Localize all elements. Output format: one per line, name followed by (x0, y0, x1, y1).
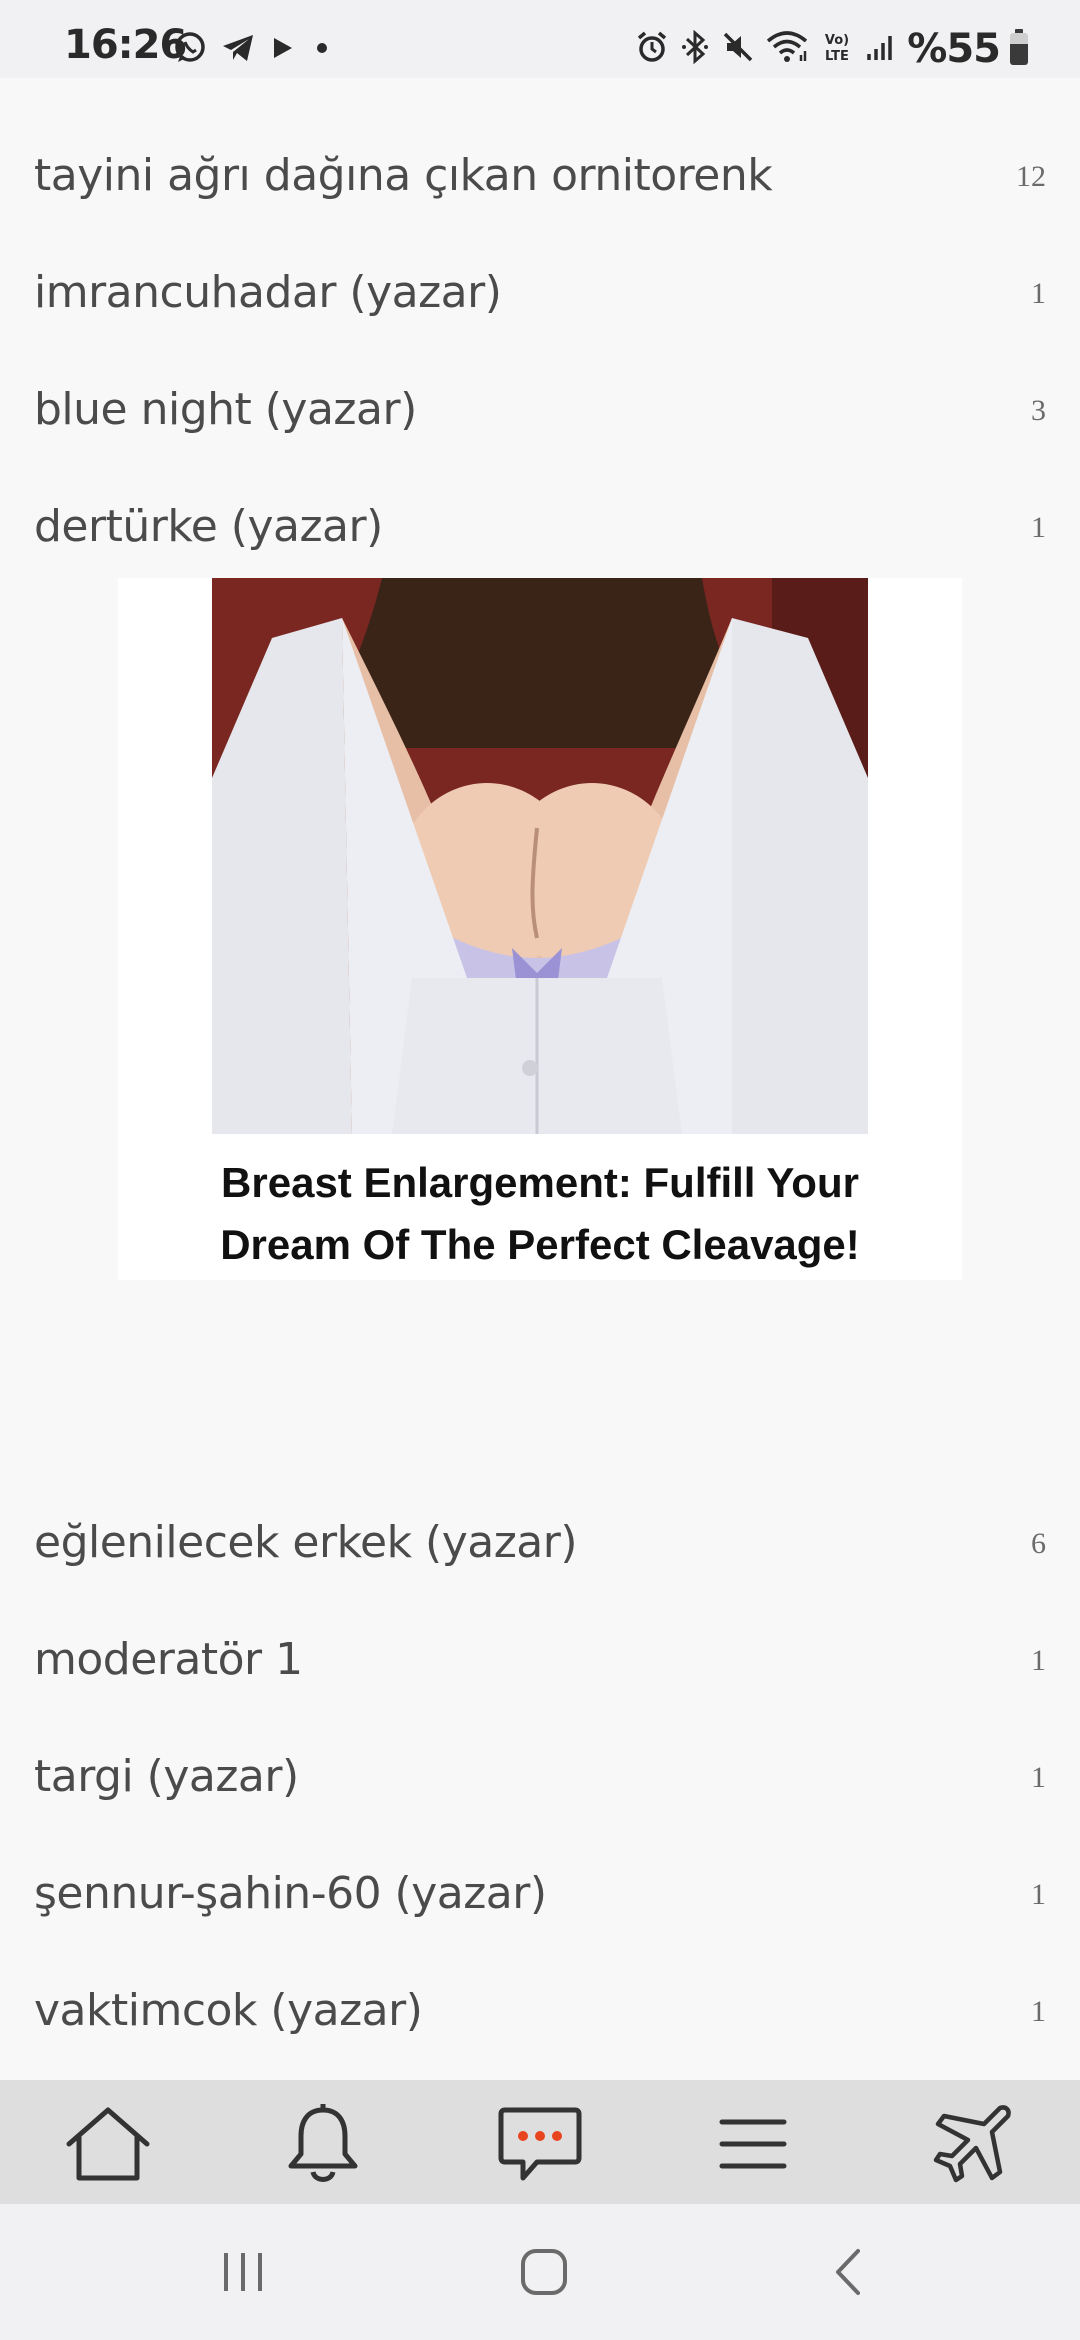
list-item[interactable]: şennur-şahin-60 (yazar) 1 (0, 1840, 1080, 1940)
system-home-button[interactable] (504, 2232, 584, 2312)
list-item-title[interactable]: tayini ağrı dağına çıkan ornitorenk (34, 150, 773, 201)
home-button[interactable] (58, 2094, 158, 2194)
volte-icon: Vo) LTE (819, 29, 855, 70)
list-item-title[interactable]: moderatör 1 (34, 1634, 303, 1685)
svg-text:Vo): Vo) (825, 33, 849, 48)
recent-apps-icon (224, 2253, 262, 2291)
wifi-icon (765, 29, 809, 70)
list-item-count: 3 (1031, 394, 1046, 427)
list-item-count: 1 (1031, 1878, 1046, 1911)
bottom-nav (0, 2080, 1080, 2204)
signal-icon (865, 30, 897, 69)
list-item[interactable]: moderatör 1 1 (0, 1606, 1080, 1706)
list-item[interactable]: imrancuhadar (yazar) 1 (0, 239, 1080, 339)
list-item-count: 6 (1031, 1527, 1046, 1560)
mute-icon (721, 30, 755, 69)
notifications-button[interactable] (273, 2094, 373, 2194)
bell-icon (288, 2104, 358, 2182)
system-back-button[interactable] (808, 2232, 888, 2312)
ad-caption[interactable]: Breast Enlargement: Fulfill Your Dream O… (118, 1152, 962, 1276)
plane-icon (933, 2105, 1011, 2183)
list-item-title[interactable]: şennur-şahin-60 (yazar) (34, 1868, 547, 1919)
battery-icon (1010, 29, 1028, 65)
home-icon (66, 2107, 150, 2181)
status-bar: 16:26 Vo) LTE %55 (0, 0, 1080, 78)
ad-caption-line[interactable]: Dream Of The Perfect Cleavage! (118, 1214, 962, 1276)
menu-button[interactable] (703, 2094, 803, 2194)
dot-icon (308, 34, 336, 67)
list-item-title[interactable]: targi (yazar) (34, 1751, 299, 1802)
whatsapp-icon (172, 30, 208, 71)
list-item[interactable]: dertürke (yazar) 1 (0, 473, 1080, 573)
notification-icons (172, 30, 336, 70)
list-item-count: 1 (1031, 1644, 1046, 1677)
back-icon (836, 2249, 860, 2295)
list-item-title[interactable]: dertürke (yazar) (34, 501, 383, 552)
ad-image[interactable] (212, 578, 868, 1134)
list-item-title[interactable]: imrancuhadar (yazar) (34, 267, 502, 318)
messages-button[interactable] (490, 2094, 590, 2194)
play-icon (268, 34, 296, 67)
list-item[interactable]: eğlenilecek erkek (yazar) 6 (0, 1489, 1080, 1589)
list-item[interactable]: vaktimcok (yazar) 1 (0, 1957, 1080, 2057)
list-item-count: 12 (1016, 160, 1046, 193)
svg-text:LTE: LTE (825, 49, 849, 64)
ad-caption-line[interactable]: Breast Enlargement: Fulfill Your (118, 1152, 962, 1214)
list-item-count: 1 (1031, 511, 1046, 544)
status-time: 16:26 (64, 22, 187, 68)
list-item[interactable]: tayini ağrı dağına çıkan ornitorenk 12 (0, 122, 1080, 222)
battery-percentage: %55 (907, 26, 1001, 72)
list-item-count: 1 (1031, 277, 1046, 310)
list-item-title[interactable]: blue night (yazar) (34, 384, 417, 435)
plane-button[interactable] (922, 2094, 1022, 2194)
bluetooth-icon (679, 29, 711, 69)
system-status-icons: Vo) LTE %55 (635, 26, 1028, 72)
list-item[interactable]: blue night (yazar) 3 (0, 356, 1080, 456)
recent-apps-button[interactable] (203, 2232, 283, 2312)
advertisement[interactable]: Breast Enlargement: Fulfill Your Dream O… (118, 578, 962, 1280)
list-item[interactable]: targi (yazar) 1 (0, 1723, 1080, 1823)
list-item-count: 1 (1031, 1761, 1046, 1794)
list-item-title[interactable]: eğlenilecek erkek (yazar) (34, 1517, 578, 1568)
list-item-count: 1 (1031, 1995, 1046, 2028)
menu-icon (719, 2119, 787, 2169)
messages-icon (498, 2107, 582, 2181)
home-circle-icon (521, 2249, 567, 2295)
alarm-icon (635, 30, 669, 69)
system-nav-bar (0, 2204, 1080, 2340)
list-item-title[interactable]: vaktimcok (yazar) (34, 1985, 423, 2036)
telegram-icon (220, 30, 256, 71)
